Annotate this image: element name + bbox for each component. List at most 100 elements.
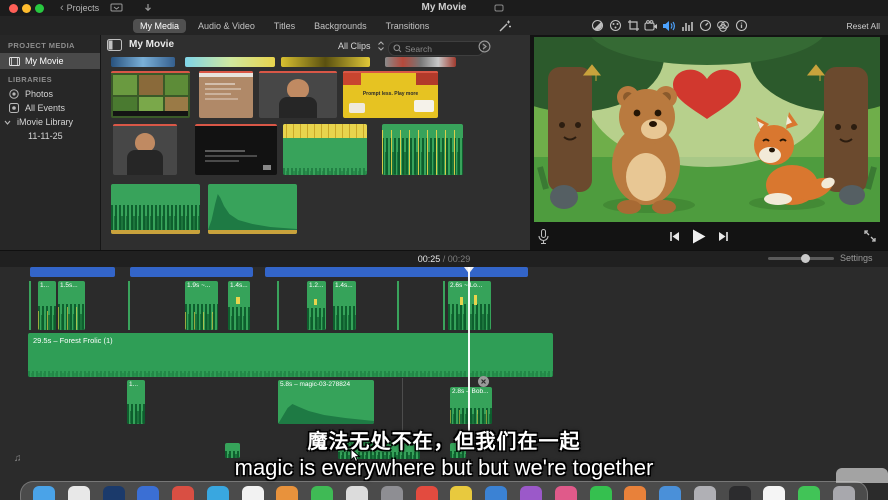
timeline-clip[interactable]: 5.8s – magic-03-278824	[278, 380, 374, 424]
dock-icon[interactable]	[172, 486, 194, 500]
speed-gauge-icon[interactable]	[696, 19, 714, 32]
volume-icon[interactable]	[660, 20, 678, 32]
timeline-clip[interactable]: 1.5s...	[58, 281, 85, 330]
thin-clip[interactable]	[397, 281, 399, 330]
dock-icon[interactable]	[729, 486, 751, 500]
dock-icon[interactable]	[381, 486, 403, 500]
video-thumbnail-presenter[interactable]	[113, 124, 177, 175]
sidebar-toggle-icon[interactable]	[107, 39, 122, 51]
filmstrip-thumbnail[interactable]	[281, 57, 370, 67]
disclosure-chevron-icon[interactable]	[2, 119, 12, 126]
dock-icon[interactable]	[833, 486, 855, 500]
dock-icon[interactable]	[346, 486, 368, 500]
color-correction-icon[interactable]	[606, 19, 624, 32]
filter-circle-button[interactable]	[478, 40, 491, 53]
thin-clip[interactable]	[128, 281, 130, 330]
dock-icon[interactable]	[68, 486, 90, 500]
dock-icon[interactable]	[659, 486, 681, 500]
dropdown-chevrons-icon[interactable]	[377, 40, 385, 52]
video-thumbnail-presenter[interactable]	[259, 71, 337, 118]
audio-thumbnail[interactable]	[382, 124, 463, 175]
timeline-clip[interactable]: 1.2...	[307, 281, 326, 330]
crop-icon[interactable]	[624, 19, 642, 32]
audio-thumbnail[interactable]	[208, 184, 297, 234]
dock-icon[interactable]	[694, 486, 716, 500]
video-range-bar[interactable]	[30, 267, 115, 277]
filmstrip-thumbnail[interactable]	[185, 57, 275, 67]
timeline-clip[interactable]: 1...	[38, 281, 56, 330]
thumbnail-caption: Prompt less. Play more	[343, 91, 438, 97]
clip-mute-badge-icon[interactable]	[478, 376, 489, 387]
filmstrip-thumbnail[interactable]	[385, 57, 456, 67]
thin-clip[interactable]	[29, 281, 31, 330]
dock-icon[interactable]	[103, 486, 125, 500]
dock-icon[interactable]	[450, 486, 472, 500]
clip-info-icon[interactable]	[732, 19, 750, 32]
search-field[interactable]	[388, 41, 484, 56]
sidebar-item-photos[interactable]: Photos	[0, 87, 100, 101]
timeline-clip[interactable]: 1...	[127, 380, 145, 424]
dock-icon[interactable]	[590, 486, 612, 500]
clip-filter-dropdown[interactable]: All Clips	[338, 41, 371, 51]
tab-transitions[interactable]: Transitions	[379, 19, 437, 33]
timeline-clip-music[interactable]: 29.5s – Forest Frolic (1)	[28, 333, 553, 377]
dock-icon[interactable]	[624, 486, 646, 500]
enhance-wand-icon[interactable]	[498, 19, 512, 33]
slider-knob[interactable]	[801, 254, 810, 263]
sidebar-item-my-movie[interactable]: My Movie	[0, 53, 100, 69]
tab-audio-video[interactable]: Audio & Video	[191, 19, 262, 33]
timecode: 00:25 / 00:29	[0, 254, 888, 264]
audio-thumbnail[interactable]	[111, 184, 200, 234]
search-input[interactable]	[405, 44, 469, 54]
dock-icon[interactable]	[33, 486, 55, 500]
tab-my-media[interactable]: My Media	[133, 19, 186, 33]
dock-icon[interactable]	[485, 486, 507, 500]
filmstrip-thumbnail[interactable]	[111, 57, 175, 67]
reset-all-button[interactable]: Reset All	[846, 21, 880, 31]
sidebar-item-imovie-library[interactable]: iMovie Library	[0, 115, 100, 129]
dock-icon[interactable]	[311, 486, 333, 500]
stabilization-camera-icon[interactable]	[642, 20, 660, 32]
timeline-clip[interactable]: 1.9s ~...	[185, 281, 218, 330]
tab-backgrounds[interactable]: Backgrounds	[307, 19, 374, 33]
waveform-decay	[278, 398, 374, 424]
dock-icon[interactable]	[416, 486, 438, 500]
fullscreen-icon[interactable]	[864, 230, 876, 242]
video-thumbnail-collage[interactable]	[111, 71, 190, 118]
dock-icon[interactable]	[242, 486, 264, 500]
video-range-bar[interactable]	[130, 267, 253, 277]
tab-titles[interactable]: Titles	[267, 19, 302, 33]
dock-icon[interactable]	[520, 486, 542, 500]
video-thumbnail-banner[interactable]: Prompt less. Play more	[343, 71, 438, 118]
timeline-clip[interactable]: 1.4s...	[333, 281, 356, 330]
timeline-zoom-slider[interactable]	[768, 257, 834, 260]
equalizer-icon[interactable]	[678, 20, 696, 32]
dock[interactable]	[20, 481, 868, 500]
voiceover-mic-icon[interactable]	[538, 229, 549, 244]
color-balance-icon[interactable]	[588, 19, 606, 32]
project-media-header: PROJECT MEDIA	[0, 35, 100, 53]
audio-thumbnail[interactable]	[283, 124, 367, 175]
timeline-clip[interactable]: 2.8s – Bob...	[450, 387, 492, 424]
dock-icon[interactable]	[555, 486, 577, 500]
clip-filter-icon[interactable]	[714, 20, 732, 32]
playhead-line[interactable]	[468, 267, 470, 439]
next-frame-icon[interactable]	[718, 231, 729, 242]
thin-clip[interactable]	[443, 281, 445, 330]
dock-icon[interactable]	[207, 486, 229, 500]
dock-icon[interactable]	[763, 486, 785, 500]
timeline-clip[interactable]: 1.4s...	[228, 281, 250, 330]
timeline-settings-button[interactable]: Settings	[840, 253, 873, 263]
video-thumbnail-document[interactable]	[199, 71, 253, 118]
sidebar-item-all-events[interactable]: All Events	[0, 101, 100, 115]
sidebar-label: My Movie	[25, 56, 64, 66]
sidebar-item-event-date[interactable]: 11-11-25	[0, 129, 100, 143]
video-range-bar[interactable]	[265, 267, 528, 277]
dock-icon[interactable]	[276, 486, 298, 500]
play-icon[interactable]	[692, 229, 706, 244]
dock-icon[interactable]	[137, 486, 159, 500]
thin-clip[interactable]	[277, 281, 279, 330]
previous-frame-icon[interactable]	[669, 231, 680, 242]
dock-icon[interactable]	[798, 486, 820, 500]
video-thumbnail-screen[interactable]	[195, 124, 277, 175]
